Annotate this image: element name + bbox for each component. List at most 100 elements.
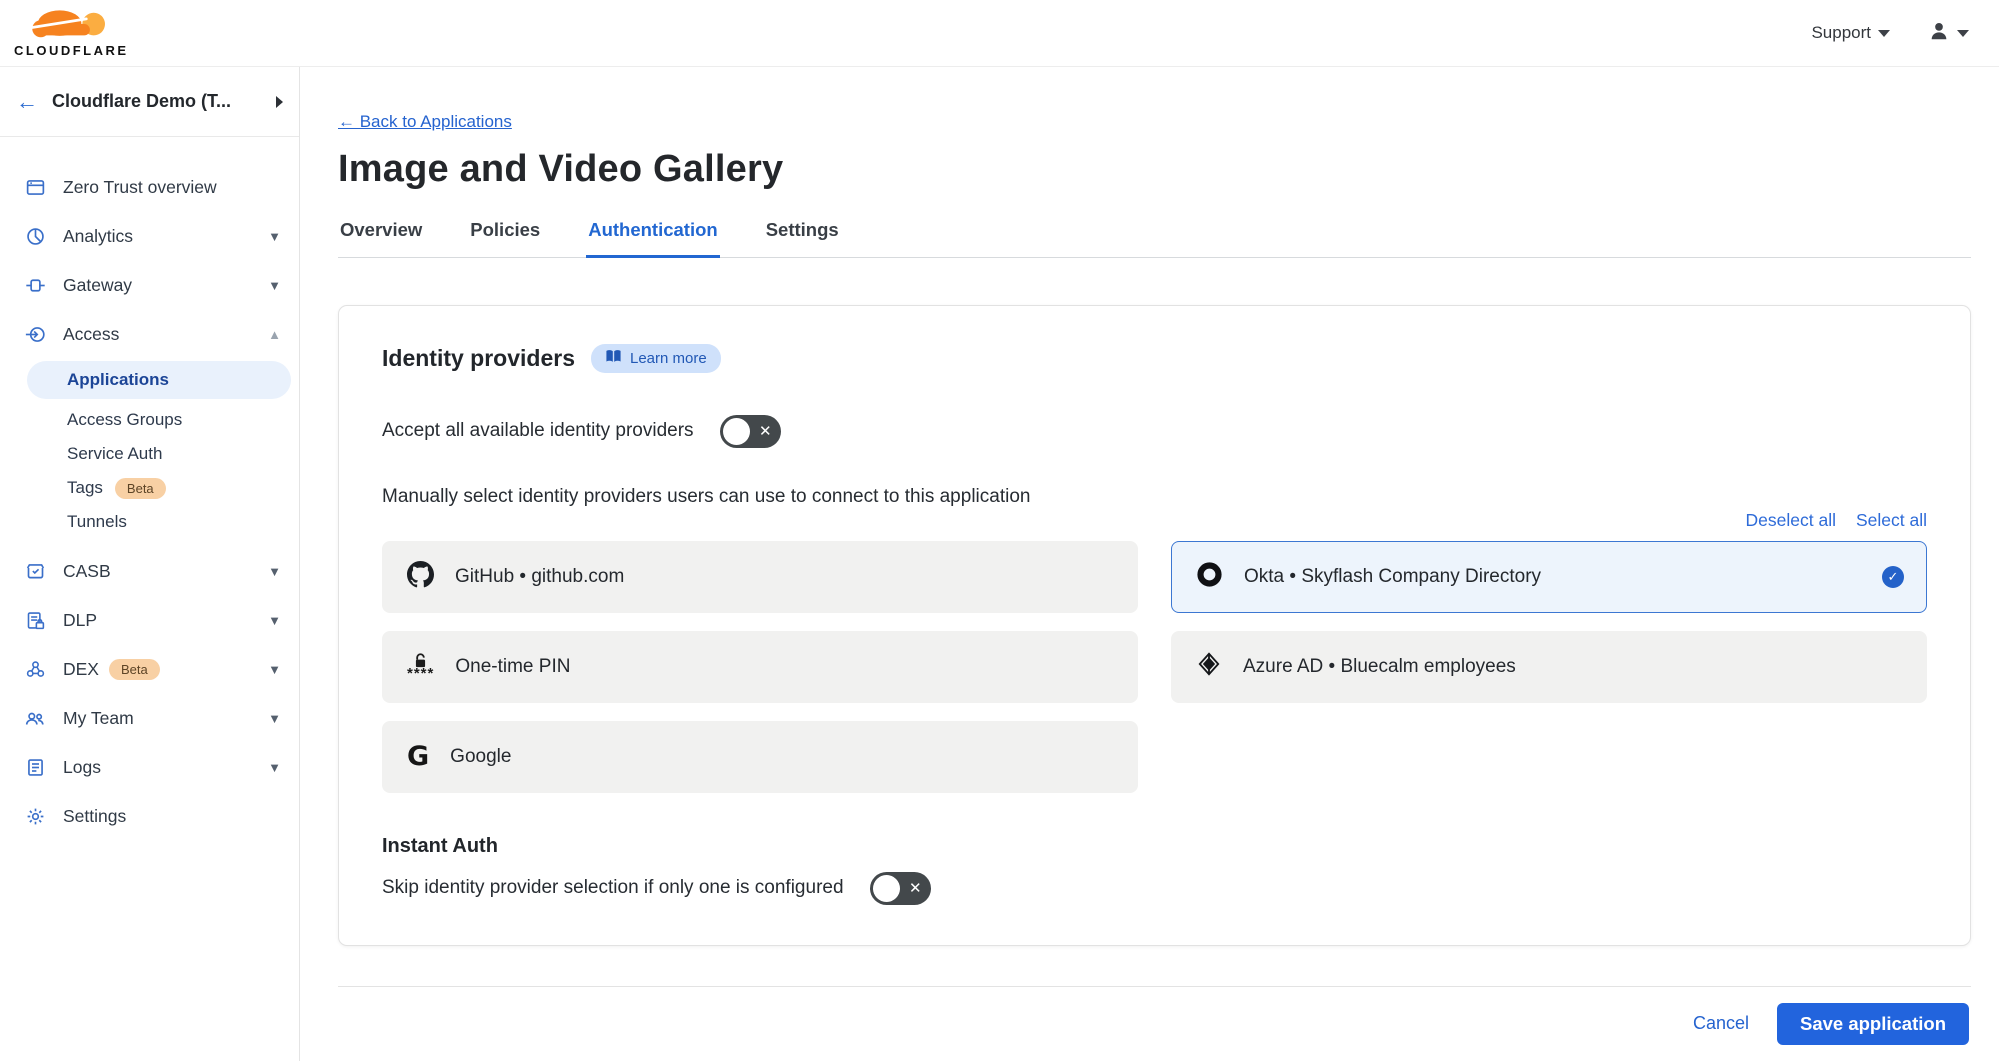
sidebar-item-label: Tunnels (67, 512, 127, 532)
grid-empty-cell (1171, 721, 1927, 793)
cloudflare-wordmark: CLOUDFLARE (14, 43, 129, 58)
instant-auth-label: Skip identity provider selection if only… (382, 877, 844, 899)
sidebar-item-label: Service Auth (67, 444, 162, 464)
idp-tile-azure-ad[interactable]: Azure AD • Bluecalm employees (1171, 631, 1927, 703)
sidebar-item-analytics[interactable]: Analytics ▼ (0, 212, 299, 261)
idp-label: GitHub • github.com (455, 566, 624, 588)
toggle-x-icon: ✕ (909, 881, 922, 896)
sidebar-item-label: CASB (63, 561, 251, 582)
card-title: Identity providers (382, 345, 575, 372)
chevron-up-icon[interactable]: ▲ (268, 327, 281, 342)
chevron-down-icon[interactable]: ▼ (268, 278, 281, 293)
select-all-link[interactable]: Select all (1856, 510, 1927, 531)
idp-label: One-time PIN (455, 656, 570, 678)
team-name: Cloudflare Demo (T... (52, 91, 262, 112)
deselect-all-link[interactable]: Deselect all (1746, 510, 1836, 531)
chevron-right-icon[interactable] (276, 96, 283, 108)
idp-tile-okta[interactable]: Okta • Skyflash Company Directory ✓ (1171, 541, 1927, 613)
idp-tile-google[interactable]: G Google (382, 721, 1138, 793)
user-icon (1928, 20, 1950, 47)
dex-network-icon (24, 659, 46, 681)
sidebar-item-my-team[interactable]: My Team ▼ (0, 694, 299, 743)
account-menu[interactable] (1928, 20, 1969, 47)
sidebar-item-label: Logs (63, 757, 251, 778)
accept-all-toggle[interactable]: ✕ (720, 415, 781, 448)
github-icon (407, 561, 434, 593)
sidebar-item-label: Access (63, 324, 251, 345)
one-time-pin-icon: **** (407, 653, 434, 681)
chevron-down-icon (1957, 30, 1969, 37)
idp-tile-one-time-pin[interactable]: **** One-time PIN (382, 631, 1138, 703)
sidebar-item-access[interactable]: Access ▲ (0, 310, 299, 359)
tab-policies[interactable]: Policies (468, 219, 542, 257)
chevron-down-icon (1878, 30, 1890, 37)
access-sub-menu: Applications Access Groups Service Auth … (0, 361, 299, 539)
support-label: Support (1811, 23, 1871, 43)
tab-overview[interactable]: Overview (338, 219, 424, 257)
sidebar-item-label: Zero Trust overview (63, 177, 281, 198)
idp-label: Google (450, 746, 511, 768)
overview-window-icon (24, 177, 46, 199)
accept-all-label: Accept all available identity providers (382, 420, 694, 442)
toggle-x-icon: ✕ (759, 424, 772, 439)
chevron-down-icon[interactable]: ▼ (268, 564, 281, 579)
toggle-knob (723, 418, 750, 445)
sidebar-item-service-auth[interactable]: Service Auth (0, 437, 299, 471)
sidebar-item-casb[interactable]: CASB ▼ (0, 547, 299, 596)
tab-settings[interactable]: Settings (764, 219, 841, 257)
sidebar-item-label: Applications (67, 370, 169, 390)
sidebar-item-text: DEX (63, 659, 99, 680)
sidebar-item-label: DEX Beta (63, 659, 251, 680)
sidebar-item-settings[interactable]: Settings (0, 792, 299, 841)
access-login-icon (24, 324, 46, 346)
sidebar-item-tags[interactable]: Tags Beta (0, 471, 299, 505)
beta-badge: Beta (109, 659, 160, 680)
tab-bar: Overview Policies Authentication Setting… (338, 219, 1971, 258)
chevron-down-icon[interactable]: ▼ (268, 711, 281, 726)
back-to-applications-link[interactable]: ← Back to Applications (338, 112, 512, 132)
sidebar-item-tunnels[interactable]: Tunnels (0, 505, 299, 539)
manual-select-label: Manually select identity providers users… (382, 486, 1927, 508)
settings-gear-icon (24, 806, 46, 828)
back-arrow-icon[interactable]: ← (16, 91, 38, 113)
okta-icon (1196, 561, 1223, 593)
beta-badge: Beta (115, 478, 166, 499)
sidebar-item-logs[interactable]: Logs ▼ (0, 743, 299, 792)
team-switcher[interactable]: ← Cloudflare Demo (T... (0, 67, 299, 137)
sidebar-item-applications[interactable]: Applications (27, 361, 291, 399)
learn-more-label: Learn more (630, 350, 707, 367)
top-bar: CLOUDFLARE Support (0, 0, 1999, 67)
sidebar: ← Cloudflare Demo (T... Zero Trust overv… (0, 67, 300, 1061)
footer-actions: Cancel Save application (338, 987, 1971, 1045)
tab-authentication[interactable]: Authentication (586, 219, 720, 258)
support-menu[interactable]: Support (1811, 23, 1890, 43)
chevron-down-icon[interactable]: ▼ (268, 613, 281, 628)
casb-box-check-icon (24, 561, 46, 583)
instant-auth-title: Instant Auth (382, 835, 1927, 858)
book-icon (605, 349, 622, 368)
cloudflare-logo[interactable]: CLOUDFLARE (14, 8, 129, 58)
sidebar-item-access-groups[interactable]: Access Groups (0, 403, 299, 437)
chevron-down-icon[interactable]: ▼ (268, 662, 281, 677)
sidebar-item-gateway[interactable]: Gateway ▼ (0, 261, 299, 310)
sidebar-item-zero-trust-overview[interactable]: Zero Trust overview (0, 163, 299, 212)
sidebar-item-label: Gateway (63, 275, 251, 296)
identity-providers-card: Identity providers Learn more Accept all… (338, 305, 1971, 946)
sidebar-item-label: DLP (63, 610, 251, 631)
sidebar-item-dlp[interactable]: DLP ▼ (0, 596, 299, 645)
sidebar-item-dex[interactable]: DEX Beta ▼ (0, 645, 299, 694)
save-application-button[interactable]: Save application (1777, 1003, 1969, 1045)
sidebar-item-label: Access Groups (67, 410, 182, 430)
google-icon: G (407, 743, 429, 770)
chevron-down-icon[interactable]: ▼ (268, 229, 281, 244)
cancel-button[interactable]: Cancel (1693, 1013, 1749, 1034)
selected-check-icon: ✓ (1882, 566, 1904, 588)
chevron-down-icon[interactable]: ▼ (268, 760, 281, 775)
idp-label: Okta • Skyflash Company Directory (1244, 566, 1541, 588)
learn-more-link[interactable]: Learn more (591, 344, 721, 373)
toggle-knob (873, 875, 900, 902)
idp-tile-github[interactable]: GitHub • github.com (382, 541, 1138, 613)
sidebar-item-label: Tags (67, 478, 103, 498)
cloudflare-cloud-icon (23, 8, 119, 47)
instant-auth-toggle[interactable]: ✕ (870, 872, 931, 905)
